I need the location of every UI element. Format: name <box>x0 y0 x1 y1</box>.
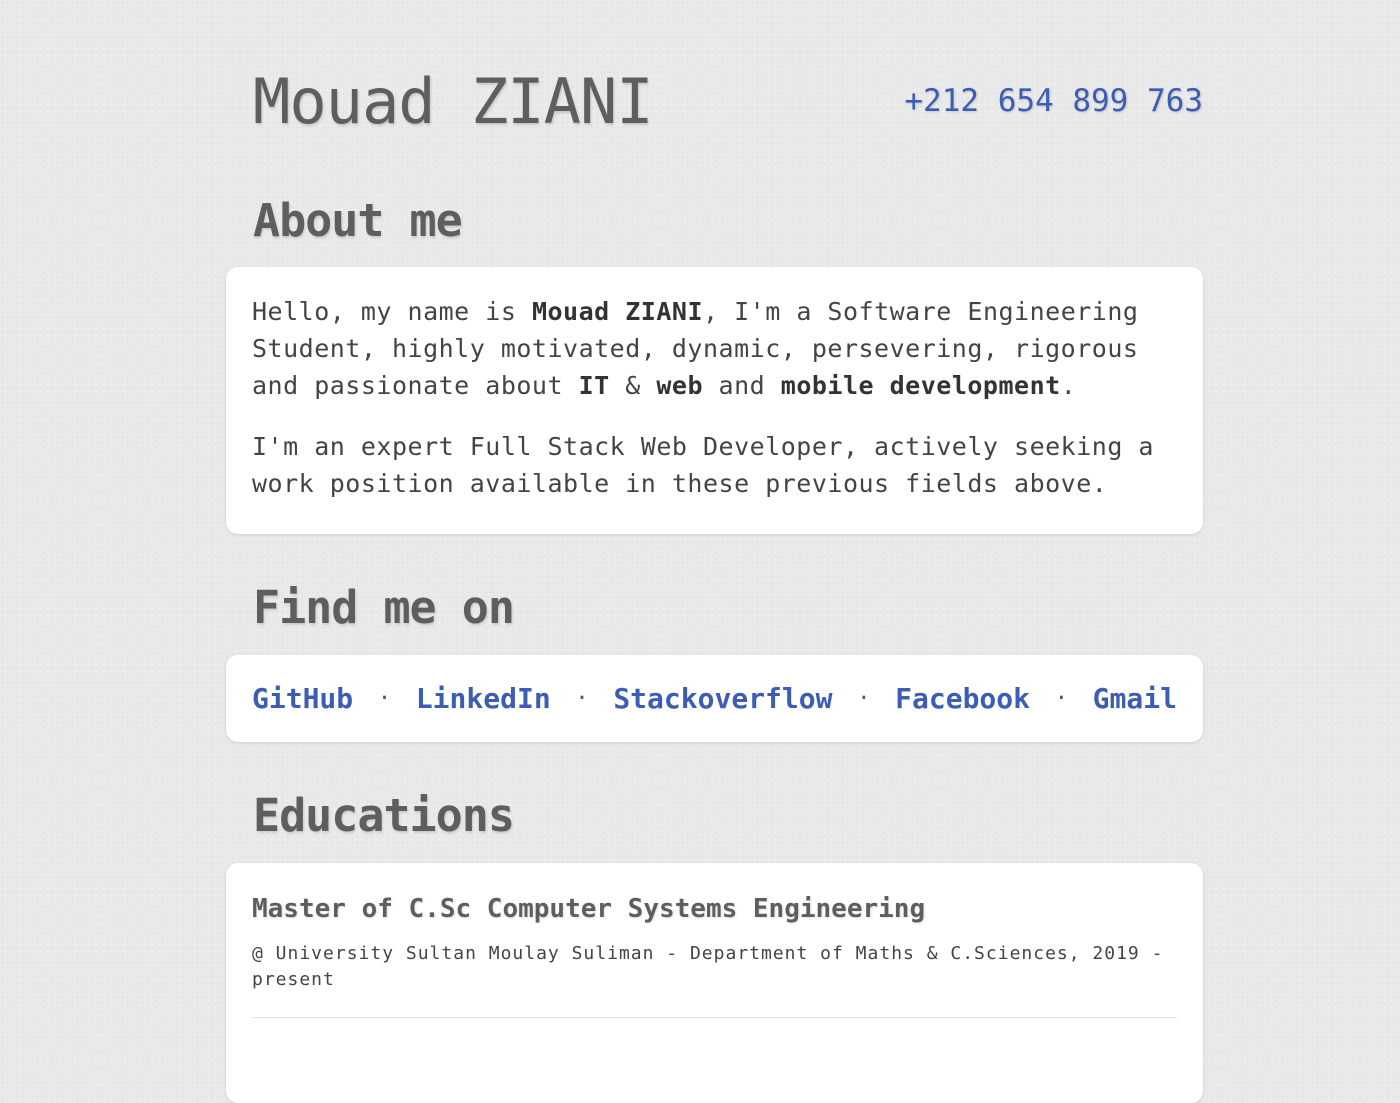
about-text: Hello, my name is <box>252 297 532 326</box>
separator-dot: · <box>857 686 871 711</box>
about-card: Hello, my name is Mouad ZIANI, I'm a Sof… <box>226 267 1203 534</box>
page-title: Mouad ZIANI <box>253 65 654 138</box>
about-mobile-bold: mobile development <box>780 371 1061 400</box>
facebook-link[interactable]: Facebook <box>895 682 1030 715</box>
divider <box>252 1017 1177 1018</box>
about-it-bold: IT <box>578 371 610 400</box>
about-text: . <box>1060 371 1077 400</box>
find-me-heading: Find me on <box>253 581 515 634</box>
linkedin-link[interactable]: LinkedIn <box>416 682 551 715</box>
github-link[interactable]: GitHub <box>252 682 353 715</box>
gmail-link[interactable]: Gmail <box>1093 682 1177 715</box>
about-text: & <box>609 371 657 400</box>
about-paragraph-2: I'm an expert Full Stack Web Developer, … <box>252 432 1154 498</box>
social-links-card: GitHub · LinkedIn · Stackoverflow · Face… <box>226 655 1203 742</box>
about-heading: About me <box>253 194 463 247</box>
educations-heading: Educations <box>253 789 515 842</box>
about-name-bold: Mouad ZIANI <box>531 297 704 326</box>
stackoverflow-link[interactable]: Stackoverflow <box>613 682 832 715</box>
education-detail: @ University Sultan Moulay Suliman - Dep… <box>252 943 1164 990</box>
education-degree: Master of C.Sc Computer Systems Engineer… <box>252 894 926 924</box>
header: Mouad ZIANI +212 654 899 763 <box>226 62 1203 142</box>
separator-dot: · <box>1054 686 1068 711</box>
about-text: and <box>703 371 781 400</box>
phone-link[interactable]: +212 654 899 763 <box>904 79 1203 123</box>
about-paragraph-1: Hello, my name is Mouad ZIANI, I'm a Sof… <box>252 293 1177 404</box>
separator-dot: · <box>575 686 589 711</box>
education-card: Master of C.Sc Computer Systems Engineer… <box>226 863 1203 1103</box>
about-web-bold: web <box>656 371 703 400</box>
separator-dot: · <box>377 686 392 711</box>
